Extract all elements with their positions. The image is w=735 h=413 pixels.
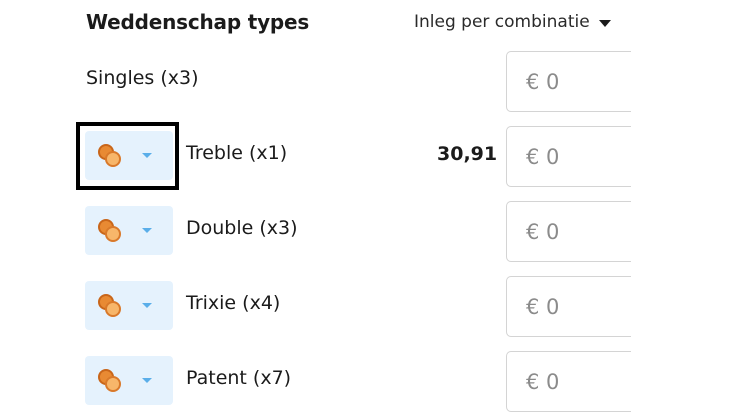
clip-mask bbox=[631, 0, 735, 413]
bet-row-patent: Patent (x7) bbox=[0, 351, 735, 412]
coins-icon bbox=[98, 218, 122, 243]
bet-type-label: Singles (x3) bbox=[86, 67, 199, 89]
bet-row-treble: Treble (x1) 30,91 bbox=[0, 126, 735, 187]
bet-type-label: Double (x3) bbox=[186, 217, 298, 239]
bet-selector-trixie[interactable] bbox=[85, 281, 173, 330]
stake-input-treble[interactable] bbox=[506, 126, 646, 187]
coins-icon bbox=[98, 143, 122, 168]
bet-row-trixie: Trixie (x4) bbox=[0, 276, 735, 337]
stake-input-double[interactable] bbox=[506, 201, 646, 262]
coins-icon bbox=[98, 293, 122, 318]
coins-icon bbox=[98, 368, 122, 393]
bet-selector-treble[interactable] bbox=[85, 131, 173, 180]
stake-input-singles[interactable] bbox=[506, 51, 646, 112]
bet-type-label: Trixie (x4) bbox=[186, 292, 281, 314]
bet-type-label: Treble (x1) bbox=[186, 142, 288, 164]
stake-mode-label: Inleg per combinatie bbox=[414, 12, 590, 32]
panel-title: Weddenschap types bbox=[86, 10, 310, 34]
chevron-down-icon bbox=[142, 378, 152, 383]
odds-value: 30,91 bbox=[437, 143, 498, 165]
bet-row-double: Double (x3) bbox=[0, 201, 735, 262]
bet-selector-double[interactable] bbox=[85, 206, 173, 255]
bet-type-label: Patent (x7) bbox=[186, 367, 292, 389]
chevron-down-icon bbox=[142, 303, 152, 308]
bet-row-singles: Singles (x3) bbox=[0, 51, 735, 112]
stake-input-trixie[interactable] bbox=[506, 276, 646, 337]
chevron-down-icon bbox=[142, 228, 152, 233]
bet-selector-patent[interactable] bbox=[85, 356, 173, 405]
stake-input-patent[interactable] bbox=[506, 351, 646, 412]
stake-mode-dropdown[interactable]: Inleg per combinatie bbox=[414, 12, 611, 32]
chevron-down-icon bbox=[142, 153, 152, 158]
chevron-down-icon bbox=[598, 19, 611, 27]
